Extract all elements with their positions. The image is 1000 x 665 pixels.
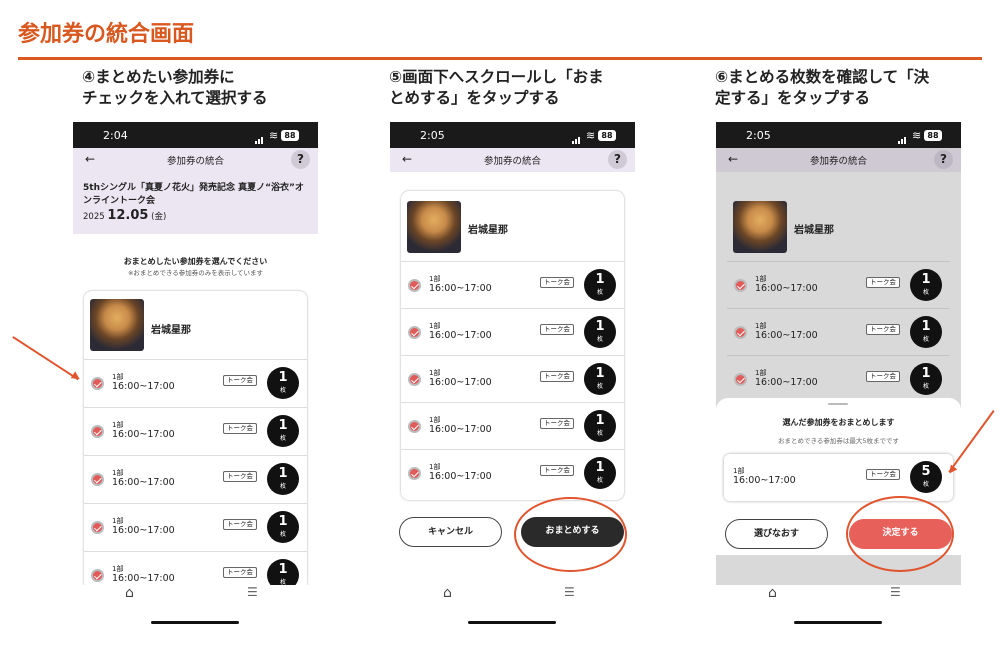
event-header: 5thシングル「真夏ノ花火」発売記念 真夏ノ“浴衣”オンライントーク会 2025… (73, 172, 318, 234)
title-underline (18, 57, 982, 60)
ticket-row[interactable]: 1部 16:00~17:00 トーク会 1 枚 (401, 449, 624, 496)
ticket-row[interactable]: 1部 16:00~17:00 トーク会 1 枚 (84, 407, 307, 454)
ticket-row[interactable]: 1部 16:00~17:00 トーク会 1 枚 (84, 359, 307, 406)
nav-bar: ← 参加券の統合? (73, 148, 318, 172)
nav-title: 参加券の統合 (166, 156, 224, 167)
ticket-row: 1部 16:00~17:00 トーク会 1 枚 (727, 261, 950, 308)
tab-bar: ⌂ ☰ (73, 585, 318, 611)
checkmark-icon[interactable] (91, 569, 104, 582)
member-avatar (90, 299, 144, 351)
nav-title: 参加券の統合 (483, 156, 541, 167)
menu-icon[interactable]: ☰ (564, 585, 575, 599)
ticket-card: 岩城星那 1部 16:00~17:00 トーク会 1 枚 1部 16:00~17:00 トー… (84, 291, 307, 585)
checkmark-icon[interactable] (91, 425, 104, 438)
nav-bar: ← 参加券の統合? (390, 148, 635, 172)
status-bar: 2:05 ≋ 88 (716, 122, 961, 148)
highlight-circle (514, 497, 627, 572)
battery-icon: 88 (924, 130, 942, 141)
page-title: 参加券の統合画面 (18, 22, 195, 47)
highlight-circle (846, 496, 954, 572)
status-bar: 2:04 ≋ 88 (73, 122, 318, 148)
step-6-caption: ⑥まとめる枚数を確認して「決 定する」をタップする (715, 68, 930, 107)
step-5-caption: ⑤画面下へスクロールし「おま とめする」をタップする (389, 68, 604, 107)
tab-bar: ⌂ ☰ (390, 585, 635, 611)
ticket-card: 岩城星那 1部 16:00~17:00 トーク会 1 枚 1部 16:00~17:00 トー… (401, 191, 624, 500)
menu-icon[interactable]: ☰ (247, 585, 258, 599)
checkmark-icon[interactable] (408, 373, 421, 386)
member-avatar (733, 201, 787, 253)
checkmark-icon (734, 373, 747, 386)
ticket-row[interactable]: 1部 16:00~17:00 トーク会 1 枚 (84, 551, 307, 585)
checkmark-icon[interactable] (91, 521, 104, 534)
member-name: 岩城星那 (794, 225, 834, 236)
checkmark-icon (734, 326, 747, 339)
checkmark-icon[interactable] (408, 420, 421, 433)
ticket-row[interactable]: 1部 16:00~17:00 トーク会 1 枚 (84, 455, 307, 502)
wifi-icon: ≋ (269, 129, 279, 142)
sheet-handle[interactable] (828, 403, 848, 405)
ticket-row[interactable]: 1部 16:00~17:00 トーク会 1 枚 (401, 355, 624, 402)
home-icon[interactable]: ⌂ (443, 585, 452, 601)
selected-summary: 1部 16:00~17:00 トーク会 5 枚 (724, 454, 953, 501)
status-bar: 2:05 ≋ 88 (390, 122, 635, 148)
help-icon[interactable]: ? (291, 150, 310, 169)
cancel-button[interactable]: キャンセル (399, 517, 502, 547)
ticket-row[interactable]: 1部 16:00~17:00 トーク会 1 枚 (401, 261, 624, 308)
home-icon[interactable]: ⌂ (125, 585, 134, 601)
ticket-row[interactable]: 1部 16:00~17:00 トーク会 1 枚 (401, 308, 624, 355)
phone-screen-step-4: 2:04 ≋ 88 ← 参加券の統合? 5thシングル「真夏ノ花火」発売記念 真夏ノ“… (73, 122, 318, 585)
instruction-text: おまとめしたい参加券を選んでください (123, 257, 268, 266)
home-indicator (468, 621, 556, 624)
wifi-icon: ≋ (586, 129, 596, 142)
event-date: 2025 12.05 (金) (83, 208, 167, 223)
ticket-row: 1部 16:00~17:00 トーク会 1 枚 (727, 308, 950, 355)
help-icon[interactable]: ? (608, 150, 627, 169)
ticket-row: 1部 16:00~17:00 トーク会 1 枚 (727, 355, 950, 402)
menu-icon[interactable]: ☰ (890, 585, 901, 599)
ticket-row[interactable]: 1部 16:00~17:00 トーク会 1 枚 (84, 503, 307, 550)
wifi-icon: ≋ (912, 129, 922, 142)
home-indicator (794, 621, 882, 624)
sheet-title: 選んだ参加券をおまとめします (782, 418, 895, 427)
checkmark-icon[interactable] (408, 326, 421, 339)
pointer-arrow (12, 336, 79, 380)
instruction-subtext: ※おまとめできる参加券のみを表示しています (127, 269, 264, 277)
checkmark-icon[interactable] (91, 377, 104, 390)
tab-bar: ⌂ ☰ (716, 585, 961, 611)
member-name: 岩城星那 (468, 225, 508, 236)
step-4-caption: ④まとめたい参加券に チェックを入れて選択する (82, 68, 268, 107)
event-title: 5thシングル「真夏ノ花火」発売記念 真夏ノ“浴衣”オンライントーク会 (83, 183, 304, 206)
reselect-button[interactable]: 選びなおす (725, 519, 828, 549)
checkmark-icon[interactable] (408, 467, 421, 480)
member-name: 岩城星那 (151, 325, 191, 336)
member-avatar (407, 201, 461, 253)
home-indicator (151, 621, 239, 624)
battery-icon: 88 (281, 130, 299, 141)
nav-title: 参加券の統合 (809, 156, 867, 167)
ticket-card: 岩城星那 1部 16:00~17:00 トーク会 1 枚 1部 16:00~17:00 トー… (727, 191, 950, 431)
checkmark-icon[interactable] (91, 473, 104, 486)
help-icon[interactable]: ? (934, 150, 953, 169)
home-icon[interactable]: ⌂ (768, 585, 777, 601)
battery-icon: 88 (598, 130, 616, 141)
checkmark-icon[interactable] (408, 279, 421, 292)
checkmark-icon (734, 279, 747, 292)
sheet-note: おまとめできる参加券は最大5枚までです (777, 437, 899, 445)
ticket-row[interactable]: 1部 16:00~17:00 トーク会 1 枚 (401, 402, 624, 449)
nav-bar: ← 参加券の統合? (716, 148, 961, 172)
